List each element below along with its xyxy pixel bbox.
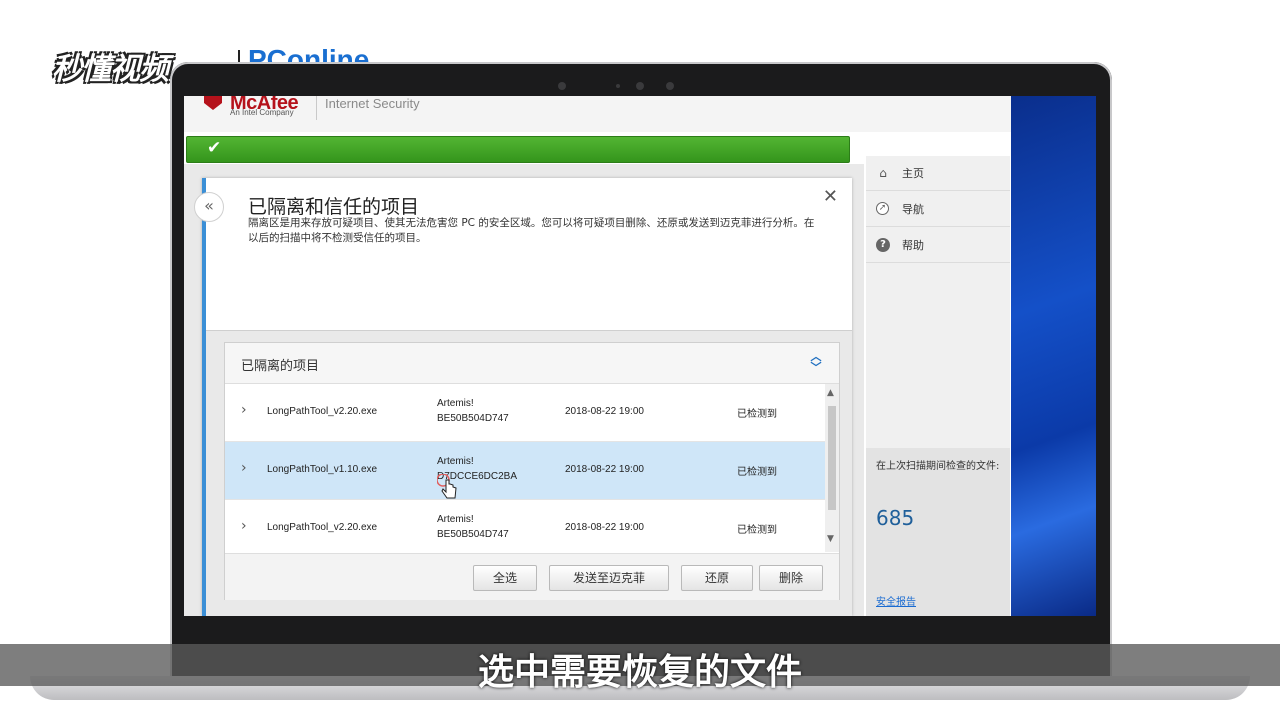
detected-date: 2018-08-22 19:00	[565, 406, 644, 417]
camera-lens	[636, 82, 644, 90]
detected-date: 2018-08-22 19:00	[565, 464, 644, 475]
brand-tagline: An Intel Company	[230, 108, 294, 117]
select-all-button[interactable]: 全选	[473, 565, 537, 591]
quarantine-dialog: « ✕ 已隔离和信任的项目 隔离区是用来存放可疑项目、使其无法危害您 PC 的安…	[194, 178, 852, 616]
scan-stats-count: 685	[876, 506, 915, 530]
side-menu: ⌂ 主页 ➚ 导航 ? 帮助 在上次扫描期间检查的文件: 685 安全报告	[866, 156, 1010, 616]
section-header[interactable]: 已隔离的项目 ︿ ﹀	[225, 343, 839, 384]
list-item-selected[interactable]: › LongPathTool_v1.10.exe Artemis! D7DCCE…	[225, 442, 825, 500]
file-name: LongPathTool_v2.20.exe	[267, 522, 378, 533]
home-icon: ⌂	[879, 166, 887, 180]
protection-status-bar: ✔	[186, 136, 850, 163]
video-subtitle: 选中需要恢复的文件	[477, 652, 802, 693]
camera-led	[616, 84, 620, 88]
file-name: LongPathTool_v1.10.exe	[267, 464, 378, 475]
list-item[interactable]: › LongPathTool_v2.20.exe Artemis! BE50B5…	[225, 500, 825, 552]
checkmark-icon: ✔	[207, 138, 222, 158]
detection-status: 已检测到	[737, 467, 777, 478]
header-divider	[316, 96, 317, 120]
detected-date: 2018-08-22 19:00	[565, 522, 644, 533]
action-bar: 全选 发送至迈克菲 还原 删除	[225, 553, 839, 600]
desktop-wallpaper	[1011, 96, 1096, 616]
send-to-mcafee-button[interactable]: 发送至迈克菲	[549, 565, 669, 591]
scroll-down-icon[interactable]: ▼	[827, 534, 834, 544]
detection-status: 已检测到	[737, 525, 777, 536]
scroll-up-icon[interactable]: ▲	[827, 388, 834, 398]
delete-button[interactable]: 删除	[759, 565, 823, 591]
quarantine-list: › LongPathTool_v2.20.exe Artemis! BE50B5…	[225, 384, 825, 552]
chevron-right-icon[interactable]: ›	[241, 402, 247, 418]
watermark-miaodong: 秒懂视频	[52, 52, 169, 87]
chevron-right-icon[interactable]: ›	[241, 460, 247, 476]
collapse-toggle-icon[interactable]: ︿ ﹀	[807, 351, 825, 375]
side-item-label: 主页	[902, 167, 924, 180]
scroll-thumb[interactable]	[828, 406, 836, 510]
scan-stats-panel: 在上次扫描期间检查的文件: 685 安全报告	[866, 448, 1010, 616]
product-name: Internet Security	[325, 96, 420, 111]
detection-status: 已检测到	[737, 409, 777, 420]
help-icon: ?	[876, 238, 890, 252]
security-report-link[interactable]: 安全报告	[876, 593, 916, 608]
camera-sensor-right	[666, 82, 674, 90]
threat-name: Artemis!	[437, 398, 474, 409]
restore-button[interactable]: 还原	[681, 565, 753, 591]
dialog-description: 隔离区是用来存放可疑项目、使其无法危害您 PC 的安全区域。您可以将可疑项目删除…	[248, 217, 815, 244]
threat-name: Artemis!	[437, 514, 474, 525]
list-scrollbar[interactable]: ▲ ▼	[825, 384, 839, 552]
side-item-label: 导航	[902, 203, 924, 216]
back-button[interactable]: «	[194, 192, 224, 222]
app-header: McAfee An Intel Company Internet Securit…	[184, 96, 1011, 132]
threat-id: BE50B504D747	[437, 413, 509, 424]
scan-stats-label: 在上次扫描期间检查的文件:	[876, 461, 1000, 472]
screen: McAfee An Intel Company Internet Securit…	[184, 96, 1096, 616]
camera-bar	[540, 62, 710, 96]
list-item[interactable]: › LongPathTool_v2.20.exe Artemis! BE50B5…	[225, 384, 825, 442]
mcafee-shield-icon	[204, 96, 222, 110]
chevron-right-icon[interactable]: ›	[241, 518, 247, 534]
close-icon[interactable]: ✕	[823, 186, 838, 207]
side-item-label: 帮助	[902, 239, 924, 252]
quarantined-items-section: 已隔离的项目 ︿ ﹀ › LongPathTool_v2.20.exe Artem…	[224, 342, 840, 600]
side-item-home[interactable]: ⌂ 主页	[866, 156, 1010, 191]
hand-cursor-icon	[437, 474, 457, 499]
section-title: 已隔离的项目	[241, 359, 320, 374]
threat-name: Artemis!	[437, 456, 474, 467]
compass-icon: ➚	[876, 202, 889, 215]
side-item-help[interactable]: ? 帮助	[866, 228, 1010, 263]
file-name: LongPathTool_v2.20.exe	[267, 406, 378, 417]
dialog-title: 已隔离和信任的项目	[248, 196, 420, 218]
threat-id: BE50B504D747	[437, 529, 509, 540]
camera-sensor	[558, 82, 566, 90]
side-item-navigation[interactable]: ➚ 导航	[866, 192, 1010, 227]
